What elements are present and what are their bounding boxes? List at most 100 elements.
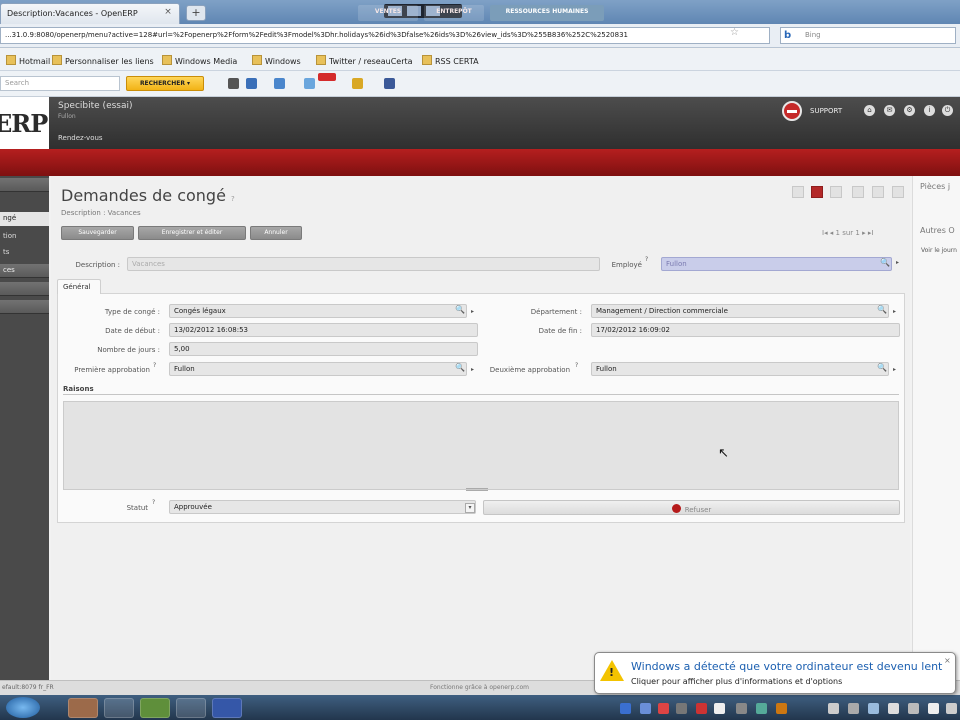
menu-ressources-humaines[interactable]: RESSOURCES HUMAINES xyxy=(490,5,604,21)
tray-icon[interactable] xyxy=(946,703,957,714)
browser-tab[interactable]: Description:Vacances - OpenERP xyxy=(0,3,180,24)
more-icon[interactable]: ▸ xyxy=(893,308,896,315)
tray-icon[interactable] xyxy=(908,703,919,714)
tray-icon[interactable] xyxy=(756,703,767,714)
notification-title[interactable]: Windows a détecté que votre ordinateur e… xyxy=(631,660,942,673)
toolbar-addon-icon[interactable] xyxy=(352,78,363,89)
attachments-header[interactable]: Pièces j xyxy=(920,182,950,191)
footer-powered-by[interactable]: Fonctionne grâce à openerp.com xyxy=(430,684,529,691)
search-icon[interactable]: 🔍 xyxy=(880,258,890,267)
taskbar-app-icon[interactable] xyxy=(68,698,98,718)
title-help-icon[interactable]: ? xyxy=(231,195,235,203)
tray-icon[interactable] xyxy=(776,703,787,714)
pager[interactable]: I◂ ◂ 1 sur 1 ▸ ▸I xyxy=(822,229,873,237)
other-options-header[interactable]: Autres O xyxy=(920,226,955,235)
start-date-input[interactable]: 13/02/2012 16:08:53 xyxy=(169,323,478,337)
help-icon[interactable]: ? xyxy=(645,256,648,263)
preferences-icon[interactable]: ⚙ xyxy=(904,105,915,116)
description-input[interactable]: Vacances xyxy=(127,257,600,271)
tray-icon[interactable] xyxy=(696,703,707,714)
start-button-icon[interactable] xyxy=(6,697,40,718)
first-approval-input[interactable]: Fullon xyxy=(169,362,467,376)
browser-search-box[interactable]: b Bing xyxy=(780,27,956,44)
tray-icon[interactable] xyxy=(828,703,839,714)
bookmark-rss-certa[interactable]: RSS CERTA xyxy=(422,55,479,66)
support-link[interactable]: SUPPORT xyxy=(810,107,842,115)
tray-icon[interactable] xyxy=(640,703,651,714)
sidebar-section[interactable] xyxy=(0,178,49,192)
menu-entrepot[interactable]: ENTREPÔT xyxy=(424,5,484,21)
taskbar-app-icon[interactable] xyxy=(140,698,170,718)
bookmark-twitter[interactable]: Twitter / reseauCerta xyxy=(316,55,413,66)
more-icon[interactable]: ▸ xyxy=(893,366,896,373)
sidebar-section[interactable] xyxy=(0,300,49,314)
bookmark-windows[interactable]: Windows xyxy=(252,55,301,66)
help-icon[interactable]: ? xyxy=(153,362,156,369)
form-view-icon[interactable] xyxy=(811,186,823,198)
search-icon[interactable]: 🔍 xyxy=(455,305,465,314)
tray-icon[interactable] xyxy=(928,703,939,714)
tray-icon[interactable] xyxy=(620,703,631,714)
sidebar-section[interactable] xyxy=(0,282,49,296)
sidebar-section-absences[interactable]: ces xyxy=(0,264,49,278)
toolbar-addon-icon[interactable] xyxy=(228,78,239,89)
right-panel-link[interactable]: Voir le journ xyxy=(921,247,957,254)
taskbar-app-icon[interactable] xyxy=(104,698,134,718)
facebook-icon[interactable] xyxy=(384,78,395,89)
toolbar-search-input[interactable]: Search xyxy=(0,76,120,91)
close-tab-icon[interactable]: × xyxy=(162,6,174,18)
cancel-button[interactable]: Annuler xyxy=(250,226,302,240)
notification-balloon[interactable] xyxy=(594,652,956,694)
more-icon[interactable]: ▸ xyxy=(896,259,899,266)
save-and-edit-button[interactable]: Enregistrer et éditer xyxy=(138,226,246,240)
notification-text[interactable]: Cliquer pour afficher plus d'information… xyxy=(631,677,842,686)
sidebar-item-allocation[interactable]: tion xyxy=(0,230,49,244)
tab-general[interactable]: Général xyxy=(57,279,101,294)
employee-input[interactable]: Fullon xyxy=(661,257,892,271)
address-bar[interactable]: ...31.0.9:8080/openerp/menu?active=128#u… xyxy=(0,27,770,44)
bookmark-windows-media[interactable]: Windows Media xyxy=(162,55,237,66)
chevron-down-icon[interactable]: ▾ xyxy=(465,503,475,513)
tray-icon[interactable] xyxy=(848,703,859,714)
new-tab-button[interactable]: + xyxy=(186,5,206,21)
about-icon[interactable]: i xyxy=(924,105,935,116)
sidebar-item-conge[interactable]: ngé xyxy=(0,212,49,226)
toolbar-addon-icon[interactable] xyxy=(274,78,285,89)
toolbar-addon-icon[interactable] xyxy=(246,78,257,89)
print-icon[interactable] xyxy=(892,186,904,198)
second-approval-input[interactable]: Fullon xyxy=(591,362,889,376)
bookmark-hotmail[interactable]: Hotmail xyxy=(6,55,50,66)
reasons-textarea[interactable] xyxy=(63,401,899,490)
search-icon[interactable]: 🔍 xyxy=(455,363,465,372)
list-view-icon[interactable] xyxy=(792,186,804,198)
save-button[interactable]: Sauvegarder xyxy=(61,226,134,240)
tray-icon[interactable] xyxy=(658,703,669,714)
resize-grip-icon[interactable] xyxy=(466,488,488,491)
requests-icon[interactable]: ✉ xyxy=(884,105,895,116)
graph-view-icon[interactable] xyxy=(830,186,842,198)
tray-icon[interactable] xyxy=(736,703,747,714)
menu-ventes[interactable]: VENTES xyxy=(358,5,418,21)
logout-icon[interactable]: ⏻ xyxy=(942,105,953,116)
toolbar-search-button[interactable]: RECHERCHER ▾ xyxy=(126,76,204,91)
tray-icon[interactable] xyxy=(888,703,899,714)
gantt-view-icon[interactable] xyxy=(872,186,884,198)
home-icon[interactable]: ⌂ xyxy=(864,105,875,116)
leave-type-input[interactable]: Congés légaux xyxy=(169,304,467,318)
erp-logo[interactable]: ERP xyxy=(0,97,49,149)
department-input[interactable]: Management / Direction commerciale xyxy=(591,304,889,318)
help-icon[interactable]: ? xyxy=(152,499,155,506)
toolbar-addon-icon[interactable] xyxy=(304,78,315,89)
star-icon[interactable]: ☆ xyxy=(730,27,739,38)
more-icon[interactable]: ▸ xyxy=(471,366,474,373)
help-icon[interactable]: ? xyxy=(575,362,578,369)
search-icon[interactable]: 🔍 xyxy=(877,305,887,314)
bookmark-personnaliser[interactable]: Personnaliser les liens xyxy=(52,55,154,66)
status-select[interactable]: Approuvée xyxy=(169,500,476,514)
taskbar-app-icon[interactable] xyxy=(176,698,206,718)
tray-icon[interactable] xyxy=(868,703,879,714)
refuse-button[interactable]: Refuser xyxy=(483,500,900,515)
more-icon[interactable]: ▸ xyxy=(471,308,474,315)
support-icon[interactable] xyxy=(782,101,802,121)
end-date-input[interactable]: 17/02/2012 16:09:02 xyxy=(591,323,900,337)
